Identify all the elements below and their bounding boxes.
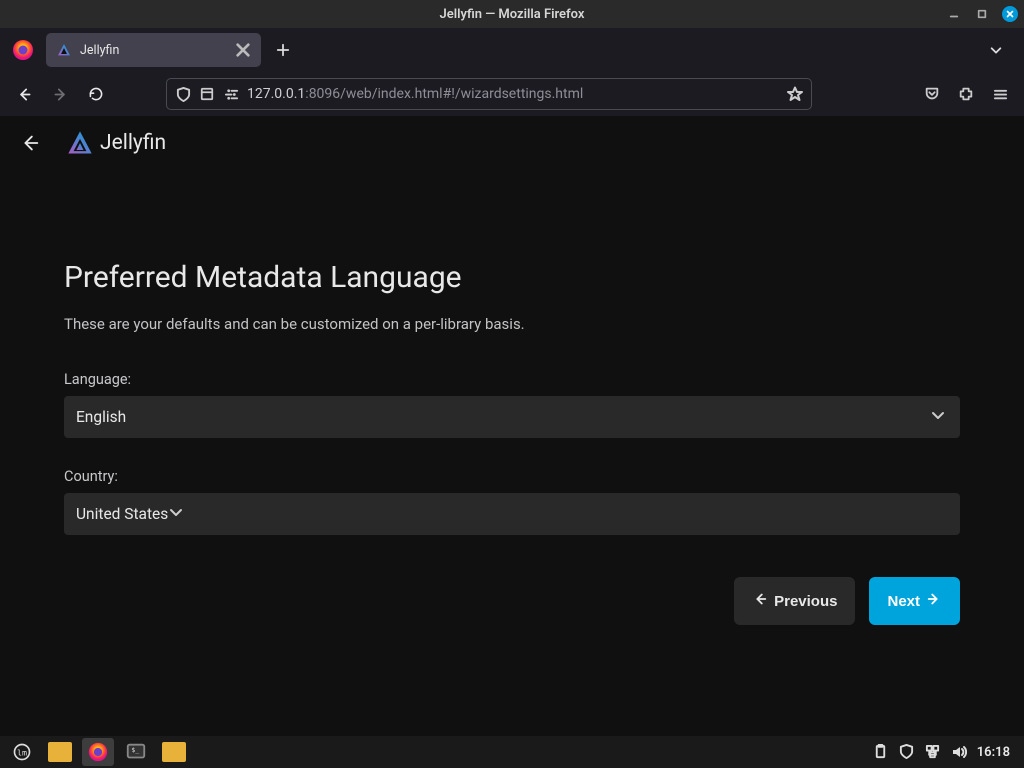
taskbar-clock[interactable]: 16:18 (977, 745, 1010, 760)
start-menu-button[interactable]: lm (6, 738, 38, 766)
arrow-right-icon (926, 591, 942, 611)
chevron-down-icon (168, 504, 184, 524)
shield-icon[interactable] (175, 86, 191, 102)
jellyfin-logo-icon (66, 129, 94, 157)
tab-title: Jellyfin (80, 43, 227, 58)
language-value: English (76, 408, 126, 426)
clipboard-icon[interactable] (873, 744, 889, 760)
volume-tray-icon[interactable] (951, 744, 967, 760)
browser-chrome: Jellyfin (0, 28, 1024, 116)
language-label: Language: (64, 371, 960, 388)
window-title: Jellyfin — Mozilla Firefox (440, 7, 585, 22)
app-header: Jellyfin (0, 116, 1024, 170)
window-close-button[interactable] (1002, 6, 1018, 22)
nav-back-button[interactable] (8, 78, 40, 110)
wizard-content: Preferred Metadata Language These are yo… (0, 170, 1024, 625)
country-value: United States (76, 505, 168, 523)
previous-label: Previous (774, 593, 837, 610)
permissions-icon[interactable] (223, 86, 239, 102)
window-maximize-button[interactable] (974, 6, 990, 22)
next-button[interactable]: Next (869, 577, 960, 625)
security-tray-icon[interactable] (899, 744, 915, 760)
taskbar: lm $_ 16:18 (0, 736, 1024, 768)
page-description: These are your defaults and can be custo… (64, 315, 960, 333)
window-minimize-button[interactable] (946, 6, 962, 22)
previous-button[interactable]: Previous (734, 577, 855, 625)
nav-forward-button[interactable] (44, 78, 76, 110)
extensions-icon[interactable] (950, 78, 982, 110)
browser-tab[interactable]: Jellyfin (46, 33, 261, 67)
country-select[interactable]: United States (64, 493, 960, 535)
svg-text:lm: lm (17, 747, 27, 757)
tab-close-button[interactable] (235, 42, 251, 58)
language-select[interactable]: English (64, 396, 960, 438)
firefox-logo-icon (8, 35, 38, 65)
nav-reload-button[interactable] (80, 78, 112, 110)
url-text: 127.0.0.1:8096/web/index.html#!/wizardse… (247, 86, 779, 102)
country-label: Country: (64, 468, 960, 485)
taskbar-firefox-icon[interactable] (82, 738, 114, 766)
network-tray-icon[interactable] (925, 744, 941, 760)
app-name: Jellyfin (100, 131, 166, 155)
app-back-button[interactable] (12, 125, 48, 161)
pocket-icon[interactable] (916, 78, 948, 110)
bookmark-star-icon[interactable] (787, 86, 803, 102)
app-menu-button[interactable] (984, 78, 1016, 110)
window-titlebar: Jellyfin — Mozilla Firefox (0, 0, 1024, 28)
new-tab-button[interactable] (269, 36, 297, 64)
taskbar-terminal-icon[interactable]: $_ (120, 738, 152, 766)
address-bar[interactable]: 127.0.0.1:8096/web/index.html#!/wizardse… (166, 78, 812, 110)
app-logo[interactable]: Jellyfin (66, 129, 166, 157)
tab-overflow-button[interactable] (980, 34, 1012, 66)
page-title: Preferred Metadata Language (64, 260, 960, 295)
svg-text:$_: $_ (131, 746, 139, 754)
chevron-down-icon (930, 407, 946, 427)
taskbar-folder-icon[interactable] (158, 738, 190, 766)
taskbar-files-icon[interactable] (44, 738, 76, 766)
next-label: Next (887, 593, 920, 610)
site-info-icon[interactable] (199, 86, 215, 102)
jellyfin-favicon-icon (56, 42, 72, 58)
arrow-left-icon (752, 591, 768, 611)
